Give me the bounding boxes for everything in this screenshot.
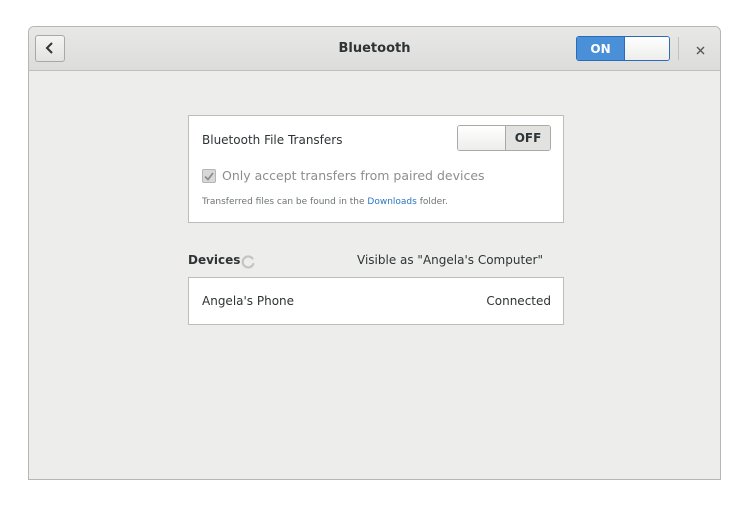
devices-header: Devices Visible as "Angela's Computer" <box>188 252 564 272</box>
switch-state-label: OFF <box>506 126 550 150</box>
back-button[interactable] <box>35 35 65 62</box>
bluetooth-settings-window: Bluetooth ON Bluetooth File Transfers OF… <box>28 26 721 480</box>
hint-suffix: folder. <box>416 197 448 207</box>
switch-knob[interactable] <box>458 126 506 150</box>
close-icon <box>696 40 705 59</box>
devices-list: Angela's Phone Connected <box>188 277 564 325</box>
paired-only-checkbox[interactable] <box>202 166 216 185</box>
device-status: Connected <box>486 294 551 308</box>
visible-as-label: Visible as "Angela's Computer" <box>357 253 543 267</box>
switch-state-label: ON <box>577 37 624 60</box>
downloads-link[interactable]: Downloads <box>367 197 416 207</box>
paired-only-checkbox-row[interactable]: Only accept transfers from paired device… <box>202 168 485 183</box>
downloads-hint: Transferred files can be found in the Do… <box>202 197 448 207</box>
file-transfers-label: Bluetooth File Transfers <box>202 133 343 147</box>
switch-knob[interactable] <box>624 37 669 60</box>
file-transfers-switch[interactable]: OFF <box>457 125 551 151</box>
header-separator <box>678 37 679 60</box>
checkmark-icon <box>204 166 214 185</box>
hint-prefix: Transferred files can be found in the <box>202 197 368 207</box>
file-transfers-panel: Bluetooth File Transfers OFF Only accept… <box>188 115 564 223</box>
header-bar: Bluetooth ON <box>29 27 720 71</box>
spinner-icon <box>241 254 255 273</box>
chevron-left-icon <box>45 39 55 58</box>
device-name: Angela's Phone <box>202 294 295 308</box>
bluetooth-power-switch[interactable]: ON <box>576 36 670 61</box>
close-button[interactable] <box>689 38 711 60</box>
device-row[interactable]: Angela's Phone Connected <box>189 278 563 324</box>
paired-only-label: Only accept transfers from paired device… <box>222 168 485 183</box>
devices-heading: Devices <box>188 253 241 267</box>
